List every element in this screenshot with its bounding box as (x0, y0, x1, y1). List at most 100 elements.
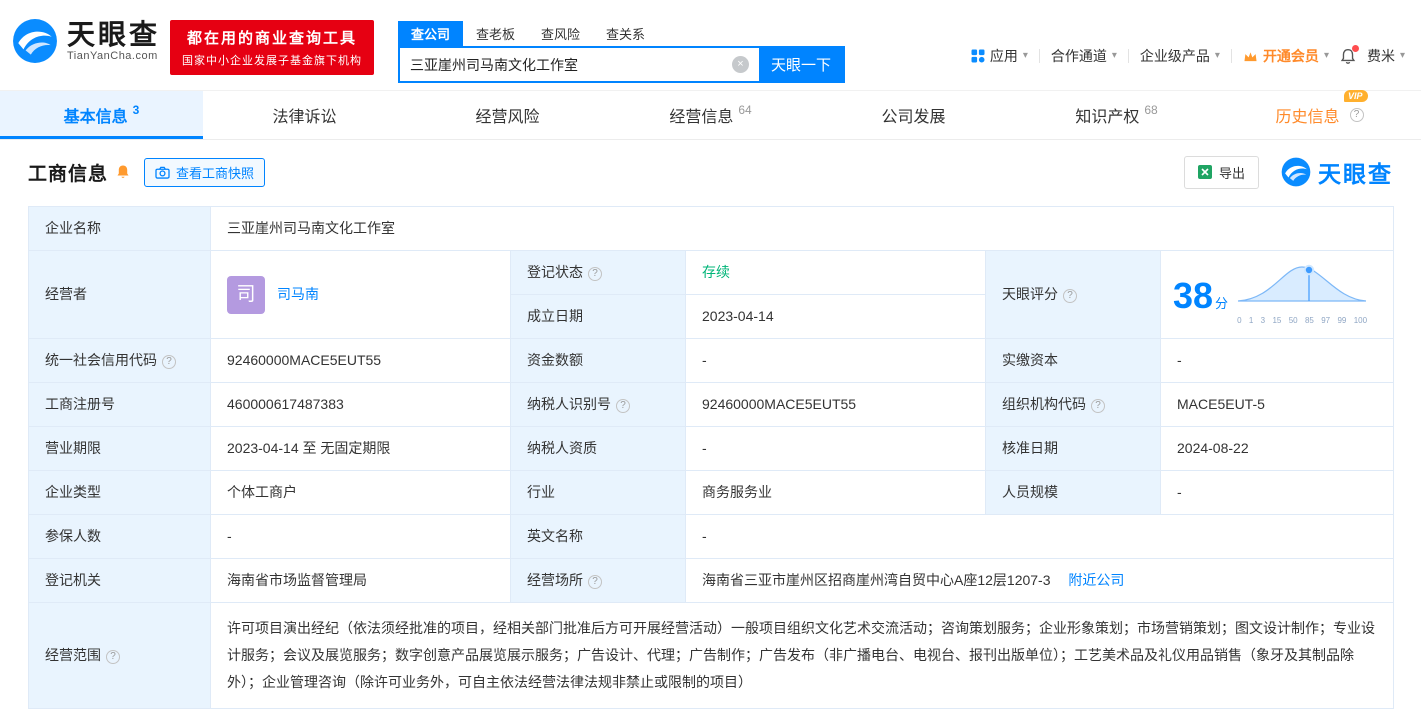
operator-link[interactable]: 司马南 (277, 284, 319, 305)
business-site-text: 海南省三亚市崖州区招商崖州湾自贸中心A座12层1207-3 (702, 572, 1051, 588)
crown-icon (1244, 51, 1257, 61)
nav-cooperation[interactable]: 合作通道 ▾ (1051, 46, 1117, 66)
search-input[interactable] (400, 48, 759, 81)
table-row: 企业名称 三亚崖州司马南文化工作室 (28, 206, 1395, 251)
insured-label: 参保人数 (28, 514, 211, 559)
help-icon[interactable] (588, 575, 602, 589)
axis-tick: 1 (1248, 315, 1254, 325)
grid-icon (971, 49, 985, 63)
axis-tick: 97 (1321, 315, 1331, 325)
chevron-down-icon: ▾ (1323, 50, 1329, 61)
tab-legal-litigation[interactable]: 法律诉讼 (203, 91, 406, 139)
brand-name: 天眼查 (67, 19, 161, 50)
export-button[interactable]: 导出 (1183, 155, 1259, 189)
watermark-brand-text: 天眼查 (1318, 161, 1393, 187)
help-icon[interactable] (616, 399, 630, 413)
insured-value: - (210, 514, 511, 559)
tab-basic-info[interactable]: 基本信息 3 (0, 91, 203, 139)
establish-date-value: 2023-04-14 (685, 294, 986, 339)
help-icon[interactable] (1091, 399, 1105, 413)
watermark-logo: 天眼查 (1281, 155, 1393, 189)
paid-capital-label: 实缴资本 (985, 338, 1161, 383)
chevron-down-icon: ▾ (1022, 50, 1028, 61)
nav-vip-upgrade[interactable]: 开通会员 ▾ (1243, 46, 1329, 66)
table-row: 营业期限 2023-04-14 至 无固定期限 纳税人资质 - 核准日期 202… (28, 426, 1395, 471)
score-label: 天眼评分 (985, 250, 1161, 339)
table-row: 经营范围 许可项目演出经纪（依法须经批准的项目，经相关部门批准后方可开展经营活动… (28, 602, 1395, 709)
nav-user[interactable]: 费米 ▾ (1367, 46, 1405, 66)
taxpayer-id-label: 纳税人识别号 (510, 382, 686, 427)
search-box: × 天眼一下 (398, 46, 845, 83)
clear-icon[interactable]: × (732, 56, 749, 73)
approval-date-label: 核准日期 (985, 426, 1161, 471)
business-info-table: 企业名称 三亚崖州司马南文化工作室 经营者 司 司马南 登记状态 存续 天眼评分… (28, 206, 1395, 709)
monitor-bell-icon[interactable] (116, 164, 130, 180)
business-term-value: 2023-04-14 至 无固定期限 (210, 426, 511, 471)
notification-dot (1351, 44, 1359, 52)
score-cell: 38 分 0 1 3 15 50 85 97 99 100 (1159, 250, 1395, 339)
tab-history-info[interactable]: 历史信息 VIP (1218, 90, 1421, 139)
axis-tick: 50 (1288, 315, 1298, 325)
table-row: 登记机关 海南省市场监督管理局 经营场所 海南省三亚市崖州区招商崖州湾自贸中心A… (28, 558, 1395, 603)
search-button[interactable]: 天眼一下 (759, 48, 843, 81)
operator-avatar[interactable]: 司 (227, 275, 265, 314)
tab-operation-risk[interactable]: 经营风险 (406, 91, 609, 139)
tab-label: 经营信息 (669, 109, 734, 126)
business-scope-label: 经营范围 (28, 602, 211, 709)
axis-tick: 15 (1272, 315, 1282, 325)
search-tab-boss[interactable]: 查老板 (463, 21, 528, 46)
help-icon[interactable] (162, 355, 176, 369)
help-icon[interactable] (1349, 108, 1364, 122)
search-tab-risk[interactable]: 查风险 (528, 21, 593, 46)
search-area: 查公司 查老板 查风险 查关系 × 天眼一下 (398, 21, 845, 83)
capital-label: 资金数额 (510, 338, 686, 383)
reg-authority-label: 登记机关 (28, 558, 211, 603)
tab-label: 公司发展 (881, 109, 946, 126)
search-tab-company[interactable]: 查公司 (398, 21, 464, 46)
tab-label: 基本信息 (63, 109, 128, 126)
reg-number-label: 工商注册号 (28, 382, 211, 427)
taxpayer-quality-label: 纳税人资质 (510, 426, 686, 471)
notifications-bell[interactable] (1340, 44, 1359, 65)
brand-logo[interactable]: 天眼查 TianYanCha.com (12, 18, 160, 64)
brand-slogan: 都在用的商业查询工具 国家中小企业发展子基金旗下机构 (170, 20, 374, 75)
table-row: 工商注册号 460000617487383 纳税人识别号 92460000MAC… (28, 382, 1395, 427)
search-tab-relation[interactable]: 查关系 (593, 21, 658, 46)
slogan-line2: 国家中小企业发展子基金旗下机构 (182, 55, 362, 67)
establish-date-label: 成立日期 (510, 294, 686, 339)
org-code-value: MACE5EUT-5 (1159, 382, 1395, 427)
industry-label: 行业 (510, 470, 686, 515)
score-chart: 0 1 3 15 50 85 97 99 100 (1236, 261, 1368, 331)
nav-vip-label: 开通会员 (1262, 48, 1319, 64)
approval-date-value: 2024-08-22 (1159, 426, 1395, 471)
tab-business-info[interactable]: 经营信息 64 (609, 91, 812, 139)
help-icon[interactable] (106, 650, 120, 664)
org-code-label: 组织机构代码 (985, 382, 1161, 427)
nav-enterprise-label: 企业级产品 (1139, 48, 1210, 64)
tab-label: 知识产权 (1075, 109, 1140, 126)
snapshot-button[interactable]: 查看工商快照 (144, 157, 266, 187)
table-row: 统一社会信用代码 92460000MACE5EUT55 资金数额 - 实缴资本 … (28, 338, 1395, 383)
axis-tick: 0 (1237, 315, 1242, 325)
vip-badge: VIP (1343, 90, 1368, 102)
tianyancha-logo-icon (13, 19, 57, 63)
english-name-label: 英文名称 (510, 514, 686, 559)
taxpayer-id-value: 92460000MACE5EUT55 (685, 382, 986, 427)
nearby-companies-link[interactable]: 附近公司 (1068, 572, 1124, 588)
paid-capital-value: - (1159, 338, 1395, 383)
help-icon[interactable] (588, 267, 602, 281)
tab-company-development[interactable]: 公司发展 (812, 91, 1015, 139)
business-site-label: 经营场所 (510, 558, 686, 603)
capital-value: - (685, 338, 986, 383)
staff-size-label: 人员规模 (985, 470, 1161, 515)
nav-enterprise-products[interactable]: 企业级产品 ▾ (1140, 46, 1220, 66)
reg-status-value: 存续 (685, 250, 986, 295)
company-name-value: 三亚崖州司马南文化工作室 (209, 206, 1395, 251)
nav-apps-label: 应用 (989, 48, 1018, 64)
tab-intellectual-property[interactable]: 知识产权 68 (1015, 91, 1218, 139)
top-header: 天眼查 TianYanCha.com 都在用的商业查询工具 国家中小企业发展子基… (0, 0, 1421, 90)
nav-apps[interactable]: 应用 ▾ (971, 46, 1028, 66)
help-icon[interactable] (1063, 289, 1077, 303)
section-header: 工商信息 查看工商快照 导出 天眼查 (0, 140, 1421, 204)
search-tabs: 查公司 查老板 查风险 查关系 (398, 21, 845, 46)
